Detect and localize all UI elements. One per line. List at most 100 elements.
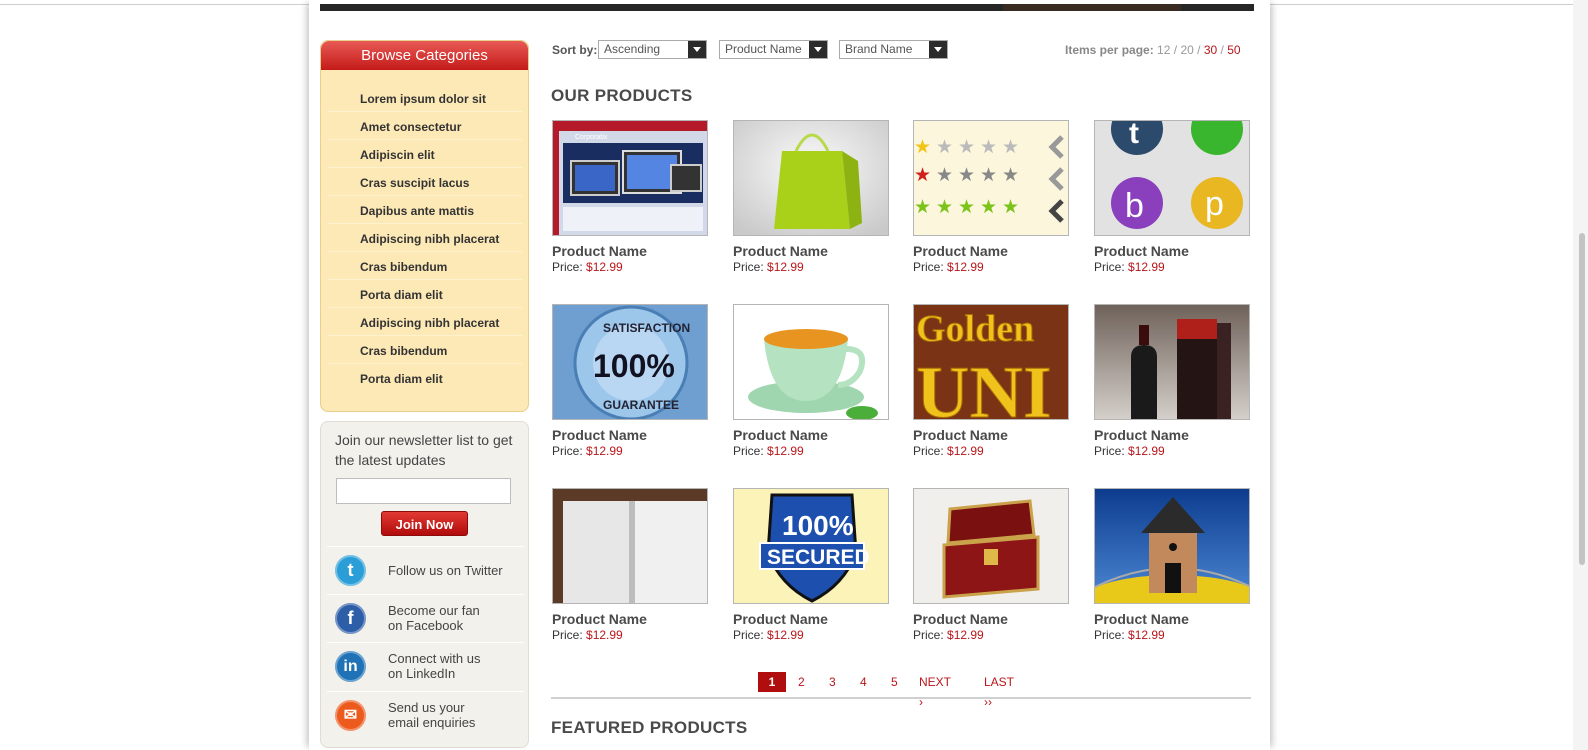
- seal-bottom: GUARANTEE: [603, 398, 679, 412]
- social-label: Become our fan: [388, 603, 480, 618]
- social-facebook[interactable]: f Become our fan on Facebook: [327, 594, 524, 643]
- product-image[interactable]: ★ ★ ★ ★ ★ ★ ★ ★ ★ ★ ★ ★ ★ ★ ★: [913, 120, 1069, 236]
- product-card[interactable]: Product Name Price: $12.99: [552, 488, 708, 643]
- product-image[interactable]: t b p: [1094, 120, 1250, 236]
- product-name[interactable]: Product Name: [913, 243, 1069, 259]
- product-card[interactable]: Product Name Price: $12.99: [1094, 488, 1250, 643]
- category-item[interactable]: Lorem ipsum dolor sit: [327, 84, 522, 112]
- product-card[interactable]: ★ ★ ★ ★ ★ ★ ★ ★ ★ ★ ★ ★ ★ ★ ★ Product Name Price: $1…: [913, 120, 1069, 275]
- svg-text:★: ★: [936, 196, 953, 218]
- svg-text:★: ★: [914, 196, 931, 218]
- product-image[interactable]: [733, 120, 889, 236]
- product-image[interactable]: [733, 304, 889, 420]
- template-brand: Corporatix: [575, 134, 608, 141]
- product-name[interactable]: Product Name: [1094, 427, 1250, 443]
- page-link[interactable]: 4: [860, 672, 867, 692]
- shield-bottom: SECURED: [767, 546, 870, 569]
- per-page-option[interactable]: 30: [1204, 43, 1217, 57]
- product-name[interactable]: Product Name: [913, 427, 1069, 443]
- svg-text:★: ★: [980, 196, 997, 218]
- header-banner: [320, 4, 1254, 11]
- social-label: Follow us on Twitter: [388, 563, 503, 578]
- newsletter-email-input[interactable]: [336, 478, 511, 504]
- product-image[interactable]: Golden UNI: [913, 304, 1069, 420]
- social-twitter[interactable]: t Follow us on Twitter: [327, 546, 524, 595]
- per-page-option[interactable]: 50: [1227, 43, 1240, 57]
- product-name[interactable]: Product Name: [552, 427, 708, 443]
- product-image[interactable]: Corporatix: [552, 120, 708, 236]
- product-name[interactable]: Product Name: [552, 243, 708, 259]
- brand-select[interactable]: Brand Name: [839, 40, 948, 59]
- chevron-down-icon: [929, 41, 947, 58]
- page-link[interactable]: 2: [798, 672, 805, 692]
- product-card[interactable]: Corporatix Product Name Price: $12.99: [552, 120, 708, 275]
- svg-text:★: ★: [914, 164, 931, 186]
- product-name[interactable]: Product Name: [1094, 243, 1250, 259]
- product-name[interactable]: Product Name: [1094, 611, 1250, 627]
- svg-text:★: ★: [1002, 196, 1019, 218]
- product-card[interactable]: SATISFACTION 100% GUARANTEE Product Name…: [552, 304, 708, 459]
- svg-text:★: ★: [936, 164, 953, 186]
- product-image[interactable]: [913, 488, 1069, 604]
- social-label: Connect with us: [388, 651, 481, 666]
- product-name[interactable]: Product Name: [913, 611, 1069, 627]
- product-price: Price: $12.99: [733, 260, 804, 274]
- last-page-link[interactable]: LAST ››: [984, 672, 1014, 712]
- join-now-button[interactable]: Join Now: [381, 511, 468, 536]
- product-name[interactable]: Product Name: [733, 243, 889, 259]
- product-image[interactable]: 100% SECURED: [733, 488, 889, 604]
- product-price: Price: $12.99: [1094, 628, 1165, 642]
- product-image[interactable]: [552, 488, 708, 604]
- per-page-option[interactable]: 12: [1157, 43, 1170, 57]
- categories-title: Browse Categories: [321, 41, 528, 70]
- items-per-page: Items per page: 12 / 20 / 30 / 50: [1065, 43, 1241, 57]
- sort-order-select[interactable]: Ascending: [598, 40, 707, 59]
- svg-text:p: p: [1205, 185, 1224, 223]
- svg-text:★: ★: [980, 136, 997, 158]
- category-item[interactable]: Adipiscing nibh placerat: [327, 308, 522, 336]
- product-name[interactable]: Product Name: [552, 611, 708, 627]
- product-image[interactable]: SATISFACTION 100% GUARANTEE: [552, 304, 708, 420]
- golden-word: Golden: [916, 308, 1034, 350]
- social-linkedin[interactable]: in Connect with us on LinkedIn: [327, 642, 524, 691]
- newsletter-title: Join our newsletter list to get the late…: [335, 432, 513, 468]
- next-page-link[interactable]: NEXT ›: [919, 672, 951, 712]
- product-price: Price: $12.99: [913, 260, 984, 274]
- product-image[interactable]: [1094, 304, 1250, 420]
- svg-text:t: t: [1129, 121, 1139, 150]
- social-email[interactable]: ✉ Send us your email enquiries: [327, 691, 524, 740]
- page-link[interactable]: 3: [829, 672, 836, 692]
- category-item[interactable]: Porta diam elit: [327, 364, 522, 391]
- product-card[interactable]: Product Name Price: $12.99: [1094, 304, 1250, 459]
- svg-text:★: ★: [1002, 136, 1019, 158]
- sort-field-select[interactable]: Product Name: [719, 40, 828, 59]
- product-card[interactable]: Product Name Price: $12.99: [733, 304, 889, 459]
- category-item[interactable]: Adipiscin elit: [327, 140, 522, 168]
- page-link-current[interactable]: 1: [758, 672, 786, 692]
- category-list: Lorem ipsum dolor sit Amet consectetur A…: [321, 84, 528, 391]
- scrollbar-thumb[interactable]: [1579, 233, 1585, 565]
- svg-text:★: ★: [958, 164, 975, 186]
- category-item[interactable]: Porta diam elit: [327, 280, 522, 308]
- category-item[interactable]: Cras bibendum: [327, 336, 522, 364]
- product-card[interactable]: 100% SECURED Product Name Price: $12.99: [733, 488, 889, 643]
- category-item[interactable]: Cras bibendum: [327, 252, 522, 280]
- product-card[interactable]: Golden UNI Product Name Price: $12.99: [913, 304, 1069, 459]
- product-image[interactable]: [1094, 488, 1250, 604]
- product-name[interactable]: Product Name: [733, 427, 889, 443]
- category-item[interactable]: Dapibus ante mattis: [327, 196, 522, 224]
- product-card[interactable]: t b p Product Name Price: $12.99: [1094, 120, 1250, 275]
- product-card[interactable]: Product Name Price: $12.99: [733, 120, 889, 275]
- newsletter-panel: Join our newsletter list to get the late…: [320, 421, 529, 748]
- product-price: Price: $12.99: [1094, 260, 1165, 274]
- category-item[interactable]: Cras suscipit lacus: [327, 168, 522, 196]
- sort-field-value: Product Name: [725, 42, 802, 56]
- product-name[interactable]: Product Name: [733, 611, 889, 627]
- svg-text:b: b: [1125, 187, 1144, 225]
- page-link[interactable]: 5: [891, 672, 898, 692]
- product-price: Price: $12.99: [913, 628, 984, 642]
- per-page-option[interactable]: 20: [1180, 43, 1193, 57]
- category-item[interactable]: Adipiscing nibh placerat: [327, 224, 522, 252]
- product-card[interactable]: Product Name Price: $12.99: [913, 488, 1069, 643]
- category-item[interactable]: Amet consectetur: [327, 112, 522, 140]
